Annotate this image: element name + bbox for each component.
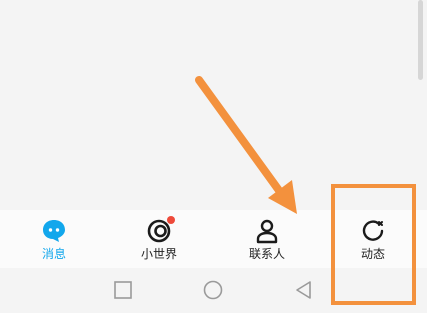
annotation-highlight-box bbox=[331, 184, 416, 305]
app-screen: 消息 小世界 联系人 动态 bbox=[0, 0, 427, 313]
